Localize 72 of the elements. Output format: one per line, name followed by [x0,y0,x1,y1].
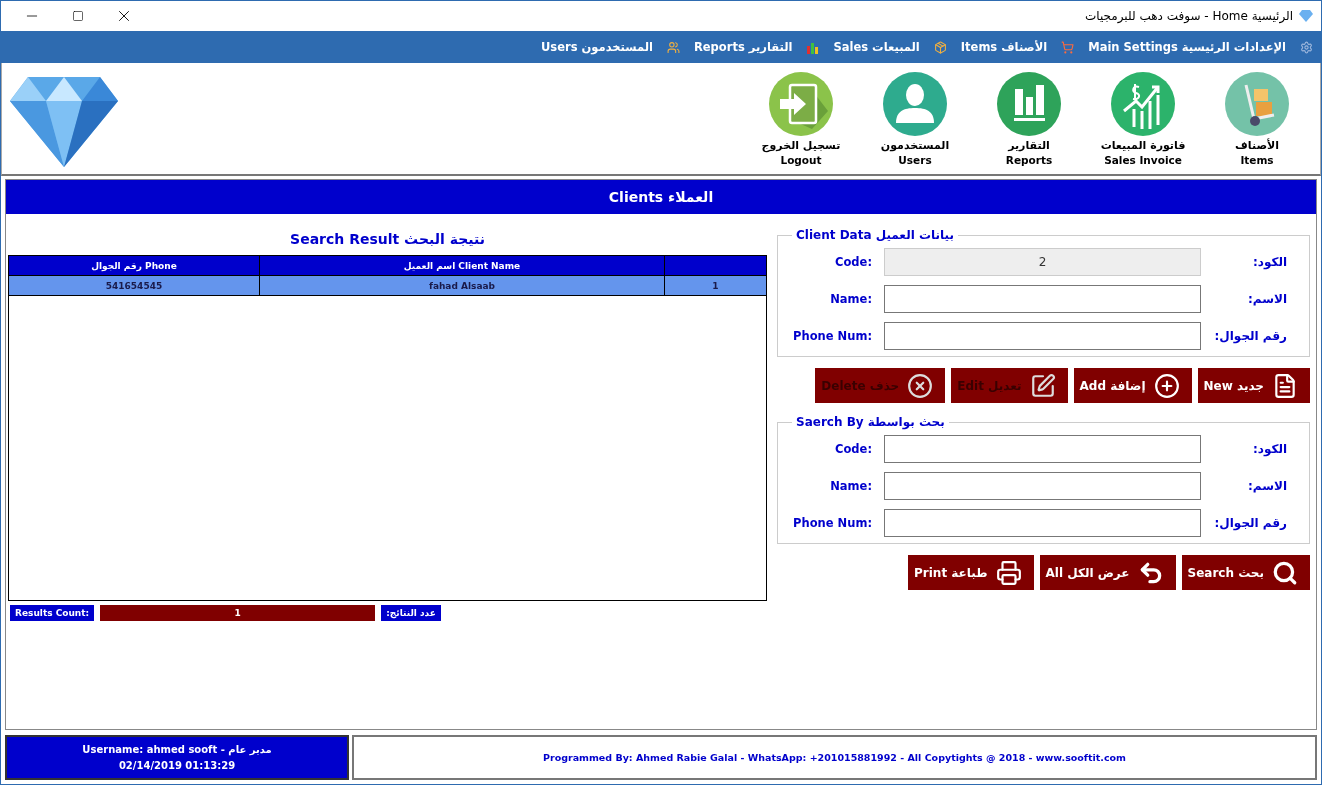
toolbar-label[interactable]: Reports [1005,154,1053,166]
users-icon [666,40,680,54]
diamond-icon [1299,10,1313,22]
trolley-icon [1224,71,1290,137]
user-icon [882,71,948,137]
edit-icon [1029,372,1056,399]
field-label: Code: [834,255,873,269]
section-title: العملاء Clients [6,180,1316,214]
column-header: اسم العميل Client Name [260,256,665,275]
field-label: Name: [829,292,873,306]
toolbar-label[interactable]: Users [898,154,932,166]
toolbar-label[interactable]: Sales Invoice [1104,154,1182,166]
printer-icon [995,559,1022,586]
toolbar-label[interactable]: Logout [780,154,822,166]
action-button[interactable]: عرض الكل All [1039,555,1176,590]
menu-item[interactable]: التقارير Reports [693,40,793,54]
field-label: رقم الجوال: [1213,329,1288,343]
credits-text: Programmed By: Ahmed Rabie Galal - WhatsApp: +201015881992 - All Copytights @ 2018 - www.sooftit.com [352,735,1317,780]
field-label: Phone Num: [792,516,873,530]
bar-chart-icon [806,40,820,54]
table-cell: fahad Alsaab [260,276,665,295]
maximize-icon[interactable] [72,10,84,22]
document-icon [1272,372,1298,399]
results-title: نتيجة البحث Search Result [289,230,486,249]
field-label: Phone Num: [792,329,873,343]
logout-icon [768,71,834,137]
input-field[interactable] [884,472,1201,500]
toolbar-label[interactable]: الأصناف [1235,139,1279,152]
sales-chart-icon [1110,71,1176,137]
username-text: Username: ahmed sooft - مدير عام [82,744,272,755]
action-button[interactable]: بحث Search [1181,555,1310,590]
gear-icon [1300,40,1313,54]
toolbar-label[interactable]: تسجيل الخروج [761,139,841,152]
field-label: رقم الجوال: [1213,516,1288,530]
box-icon [933,40,947,54]
table-cell: 541654545 [9,276,260,295]
table-cell-text: 1 [711,279,720,293]
count-label: Results Count: [10,605,95,621]
field-label: Code: [834,442,873,456]
input-field[interactable] [884,435,1201,463]
search-icon [1272,559,1298,586]
column-header: رقم الجوال Phone [9,256,260,275]
menu-item[interactable]: المستخدمون Users [541,40,653,54]
field-label: الكود: [1251,442,1288,456]
field-label: الاسم: [1246,292,1288,306]
menu-item[interactable]: الأصناف Items [960,40,1048,54]
date-time: 02/14/2019 01:13:29 [118,760,236,771]
table-row[interactable]: 541654545 fahad Alsaab 1 [9,276,766,296]
close-circle-icon [907,372,934,399]
input-field[interactable] [884,509,1201,537]
toolbar-label[interactable]: فاتورة المبيعات [1100,139,1186,152]
toolbar-label[interactable]: Items [1240,154,1274,166]
action-button[interactable]: جديد New [1197,368,1310,403]
input-field[interactable] [884,285,1201,313]
count-label: عدد النتائج: [381,605,441,621]
action-button[interactable]: طباعة Print [908,555,1034,590]
field-label: Name: [829,479,873,493]
menu-item[interactable]: الإعدادات الرئيسية Main Settings [1088,40,1286,54]
cart-icon [1061,40,1075,54]
input-field[interactable] [884,322,1201,350]
field-label: الكود: [1251,255,1288,269]
toolbar-label[interactable]: المستخدمون [880,139,950,152]
action-button[interactable]: إضافة Add [1073,368,1192,403]
count-value: 1 [100,605,376,621]
panel-title: بيانات العميل Client Data [795,228,955,242]
menu-item[interactable]: المبيعات Sales [833,40,920,54]
bar-chart-icon [996,71,1062,137]
field-label: الاسم: [1246,479,1288,493]
plus-icon [1153,372,1180,399]
window-title: الرئيسية Home - سوفت دهب للبرمجيات [1084,9,1293,23]
toolbar-label[interactable]: التقارير [1008,139,1050,152]
panel-title: بحث بواسطة Saerch By [795,415,946,429]
